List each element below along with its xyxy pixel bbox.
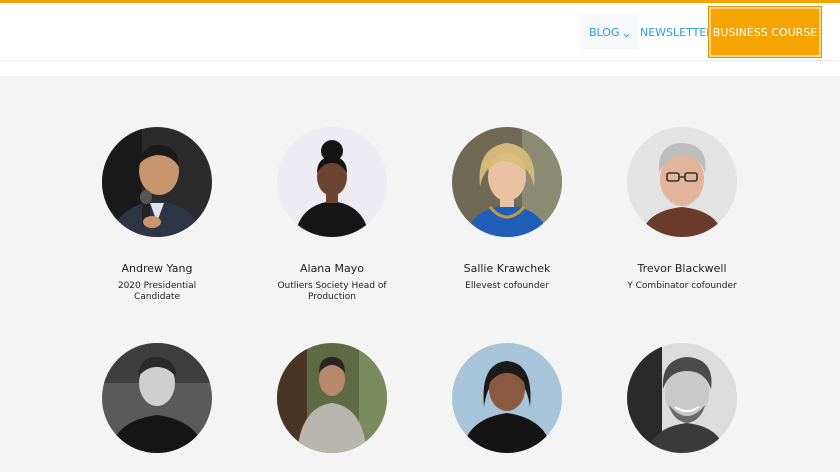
person-card — [432, 343, 582, 472]
person-name: Trevor Blackwell — [637, 262, 727, 275]
person-photo — [452, 343, 562, 453]
person-photo — [277, 127, 387, 237]
nav-newsletter-link[interactable]: NEWSLETTER — [634, 15, 720, 49]
person-card — [257, 343, 407, 472]
person-card: Trevor Blackwell Y Combinator cofounder — [607, 127, 757, 292]
person-card: Andrew Yang 2020 Presidential Candidate — [82, 127, 232, 303]
person-photo — [277, 343, 387, 453]
person-photo — [452, 127, 562, 237]
person-photo — [102, 343, 212, 453]
person-photo — [102, 127, 212, 237]
site-header: BLOG NEWSLETTER BUSINESS COURSE — [0, 3, 840, 61]
person-photo — [627, 127, 737, 237]
person-card: Alana Mayo Outliers Society Head of Prod… — [257, 127, 407, 303]
person-name: Andrew Yang — [121, 262, 193, 275]
person-card: Sallie Krawchek Ellevest cofounder — [432, 127, 582, 292]
person-card — [82, 343, 232, 472]
person-name: Alana Mayo — [299, 262, 364, 275]
chevron-down-icon — [623, 29, 630, 38]
nav-blog-label: BLOG — [589, 25, 620, 39]
person-role: Outliers Society Head of Production — [277, 281, 387, 302]
person-photo — [627, 343, 737, 453]
business-course-button[interactable]: BUSINESS COURSE — [708, 6, 822, 58]
people-grid: Andrew Yang 2020 Presidential Candidate … — [0, 76, 840, 472]
person-role: 2020 Presidential Candidate — [117, 281, 197, 302]
person-name: Sallie Krawchek — [463, 262, 551, 275]
person-role: Y Combinator cofounder — [627, 281, 737, 291]
nav-blog-menu[interactable]: BLOG — [580, 15, 640, 49]
person-card — [607, 343, 757, 472]
person-role: Ellevest cofounder — [465, 281, 549, 291]
